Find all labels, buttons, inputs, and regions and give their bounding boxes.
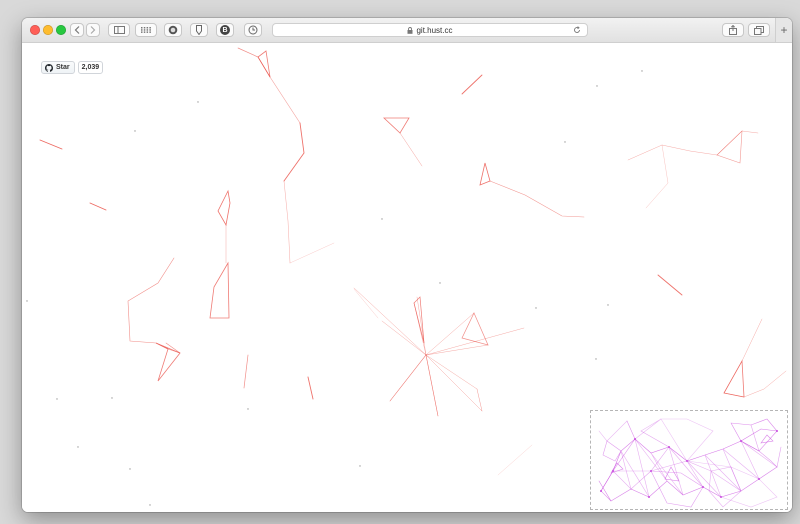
github-icon — [45, 63, 53, 72]
minimize-window-button[interactable] — [43, 25, 53, 35]
github-star-button[interactable]: Star — [41, 61, 75, 74]
address-bar[interactable]: git.hust.cc — [272, 23, 588, 37]
extension-b-button[interactable]: B — [216, 23, 234, 37]
bookmark-extension-icon — [196, 25, 202, 35]
browser-window: B git.hust.cc + Star 2,039 — [22, 18, 792, 512]
b-extension-icon: B — [220, 25, 230, 35]
share-button[interactable] — [722, 23, 744, 37]
circle-extension-icon — [168, 25, 178, 35]
zoom-window-button[interactable] — [56, 25, 66, 35]
extension-circle-button[interactable] — [164, 23, 182, 37]
tabs-button[interactable] — [748, 23, 770, 37]
clock-extension-icon — [248, 25, 258, 35]
plus-icon: + — [780, 23, 788, 37]
github-star-count-text: 2,039 — [81, 64, 100, 71]
github-star-label: Star — [56, 64, 70, 71]
close-window-button[interactable] — [30, 25, 40, 35]
github-star-widget: Star 2,039 — [41, 61, 104, 74]
reload-icon[interactable] — [573, 26, 581, 34]
tabs-icon — [754, 25, 764, 35]
share-icon — [729, 25, 737, 35]
top-sites-button[interactable] — [135, 23, 157, 37]
github-star-count[interactable]: 2,039 — [77, 61, 104, 74]
browser-toolbar: B git.hust.cc + — [22, 18, 792, 43]
chevron-right-icon — [90, 26, 96, 34]
new-tab-button[interactable]: + — [775, 18, 792, 42]
extension-bookmark-button[interactable] — [190, 23, 208, 37]
chevron-left-icon — [74, 26, 80, 34]
forward-button[interactable] — [86, 23, 100, 37]
minimap-network — [598, 418, 782, 508]
back-button[interactable] — [70, 23, 84, 37]
sidebar-button[interactable] — [108, 23, 130, 37]
lock-icon — [407, 26, 413, 34]
extension-clock-button[interactable] — [244, 23, 262, 37]
minimap-panel — [590, 410, 788, 510]
sidebar-icon — [113, 26, 125, 34]
particle-canvas: Star 2,039 — [22, 43, 792, 512]
grid-icon — [141, 27, 151, 33]
address-text: git.hust.cc — [416, 25, 453, 35]
